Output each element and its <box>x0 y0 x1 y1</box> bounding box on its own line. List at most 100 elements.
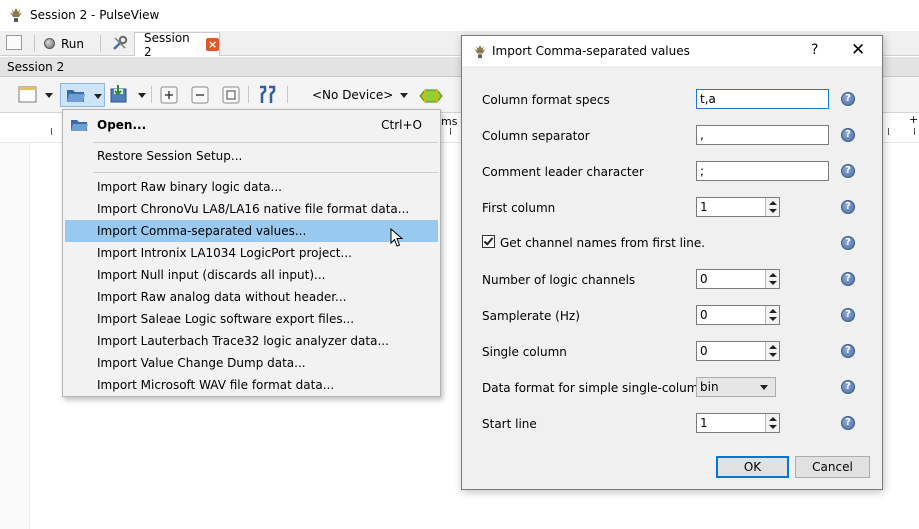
column-separator-input[interactable] <box>696 125 829 145</box>
cancel-button[interactable]: Cancel <box>795 456 870 478</box>
spin-up-icon[interactable] <box>769 201 777 205</box>
single-column-label: Single column <box>482 345 567 359</box>
menu-separator <box>93 172 438 173</box>
help-icon[interactable]: ? <box>841 272 855 286</box>
device-label: <No Device> <box>312 88 394 102</box>
help-icon[interactable]: ? <box>841 344 855 358</box>
help-icon[interactable]: ? <box>841 380 855 394</box>
help-icon[interactable]: ? <box>841 164 855 178</box>
menu-item-import[interactable]: Import Saleae Logic software export file… <box>65 308 438 330</box>
spin-up-icon[interactable] <box>769 345 777 349</box>
toolbar-separator <box>100 35 101 52</box>
folder-open-icon <box>71 120 88 131</box>
menu-item-import[interactable]: Import Lauterbach Trace32 logic analyzer… <box>65 330 438 352</box>
chevron-down-icon <box>138 93 146 98</box>
settings-tools-icon[interactable] <box>112 35 128 51</box>
comment-leader-label: Comment leader character <box>482 165 644 179</box>
column-format-input[interactable] <box>696 89 829 109</box>
spin-up-icon[interactable] <box>769 417 777 421</box>
import-csv-dialog: Import Comma-separated values ? ✕ Column… <box>461 35 883 490</box>
menu-item-import[interactable]: Import Intronix LA1034 LogicPort project… <box>65 242 438 264</box>
help-icon[interactable]: ? <box>841 128 855 142</box>
ruler-label: ms <box>441 115 458 128</box>
menu-item-import[interactable]: Import Microsoft WAV file format data... <box>65 374 438 396</box>
spinbox-arrows[interactable] <box>765 342 779 360</box>
menu-item-import[interactable]: Import Null input (discards all input)..… <box>65 264 438 286</box>
spinbox-arrows[interactable] <box>765 270 779 288</box>
pulseview-app-icon <box>10 8 22 22</box>
spin-up-icon[interactable] <box>769 273 777 277</box>
trace-label-column <box>0 143 30 529</box>
spinbox-arrows[interactable] <box>765 198 779 216</box>
ruler-tick <box>51 128 52 135</box>
checkmark-icon <box>483 235 494 246</box>
column-separator-label: Column separator <box>482 129 590 143</box>
save-button[interactable] <box>107 83 149 107</box>
toolbar-separator <box>34 35 35 52</box>
menu-item-import-csv[interactable]: Import Comma-separated values... <box>65 220 438 242</box>
spinbox-arrows[interactable] <box>765 414 779 432</box>
dialog-title: Import Comma-separated values <box>492 44 690 58</box>
new-view-button[interactable] <box>14 83 56 107</box>
zoom-out-icon[interactable] <box>191 86 209 104</box>
menu-item-import[interactable]: Import Value Change Dump data... <box>65 352 438 374</box>
spinbox-value: 0 <box>700 272 708 286</box>
toolbar-separator <box>248 86 249 103</box>
spinbox-value: 0 <box>700 344 708 358</box>
single-column-spinbox[interactable]: 0 <box>696 341 780 361</box>
zoom-in-icon[interactable] <box>160 86 178 104</box>
help-icon[interactable]: ? <box>841 92 855 106</box>
menu-separator <box>93 142 438 143</box>
spin-down-icon[interactable] <box>769 317 777 321</box>
start-line-spinbox[interactable]: 1 <box>696 413 780 433</box>
zoom-fit-icon[interactable] <box>222 86 240 104</box>
data-format-select[interactable]: bin <box>696 377 776 397</box>
menu-item-import[interactable]: Import Raw analog data without header... <box>65 286 438 308</box>
run-button[interactable]: Run <box>44 34 84 53</box>
decoder-icon[interactable] <box>419 89 443 103</box>
select-value: bin <box>700 380 719 394</box>
menu-shortcut: Ctrl+O <box>381 118 422 132</box>
first-column-label: First column <box>482 201 556 215</box>
tab-session-2[interactable]: Session 2 × <box>134 31 220 59</box>
spin-down-icon[interactable] <box>769 209 777 213</box>
mouse-pointer-icon <box>390 228 404 247</box>
cursor-markers-icon[interactable] <box>256 85 278 105</box>
close-dialog-button[interactable]: ✕ <box>851 40 865 60</box>
run-label: Run <box>61 36 85 51</box>
help-icon[interactable]: ? <box>841 308 855 322</box>
menu-item-open[interactable]: Open... Ctrl+O <box>65 114 438 136</box>
first-column-spinbox[interactable]: 1 <box>696 197 780 217</box>
header-names-checkbox[interactable] <box>482 235 495 248</box>
window-title: Session 2 - PulseView <box>30 8 160 22</box>
help-icon[interactable]: ? <box>841 416 855 430</box>
spin-down-icon[interactable] <box>769 353 777 357</box>
menu-item-import[interactable]: Import ChronoVu LA8/LA16 native file for… <box>65 198 438 220</box>
ruler-tick <box>888 128 889 135</box>
open-menu: Open... Ctrl+O Restore Session Setup... … <box>62 109 441 397</box>
menu-item-restore-session[interactable]: Restore Session Setup... <box>65 145 438 167</box>
ruler-tick <box>450 128 451 135</box>
ruler-tick <box>914 128 915 135</box>
menu-item-label: Open... <box>97 118 147 132</box>
spinbox-value: 0 <box>700 308 708 322</box>
logic-channels-spinbox[interactable]: 0 <box>696 269 780 289</box>
start-line-label: Start line <box>482 417 537 431</box>
window-titlebar: Session 2 - PulseView <box>0 0 919 31</box>
menu-item-import[interactable]: Import Raw binary logic data... <box>65 176 438 198</box>
spinbox-arrows[interactable] <box>765 306 779 324</box>
device-selector[interactable]: <No Device> <box>296 85 412 105</box>
comment-leader-input[interactable] <box>696 161 829 181</box>
logic-channels-label: Number of logic channels <box>482 273 636 287</box>
spin-down-icon[interactable] <box>769 425 777 429</box>
open-file-button[interactable] <box>60 83 105 107</box>
spin-down-icon[interactable] <box>769 281 777 285</box>
help-icon[interactable]: ? <box>841 200 855 214</box>
samplerate-spinbox[interactable]: 0 <box>696 305 780 325</box>
new-session-icon[interactable] <box>6 35 22 50</box>
context-help-button[interactable]: ? <box>811 42 818 58</box>
close-tab-icon[interactable]: × <box>206 38 219 51</box>
spin-up-icon[interactable] <box>769 309 777 313</box>
ok-button[interactable]: OK <box>716 456 789 478</box>
help-icon[interactable]: ? <box>841 236 855 250</box>
